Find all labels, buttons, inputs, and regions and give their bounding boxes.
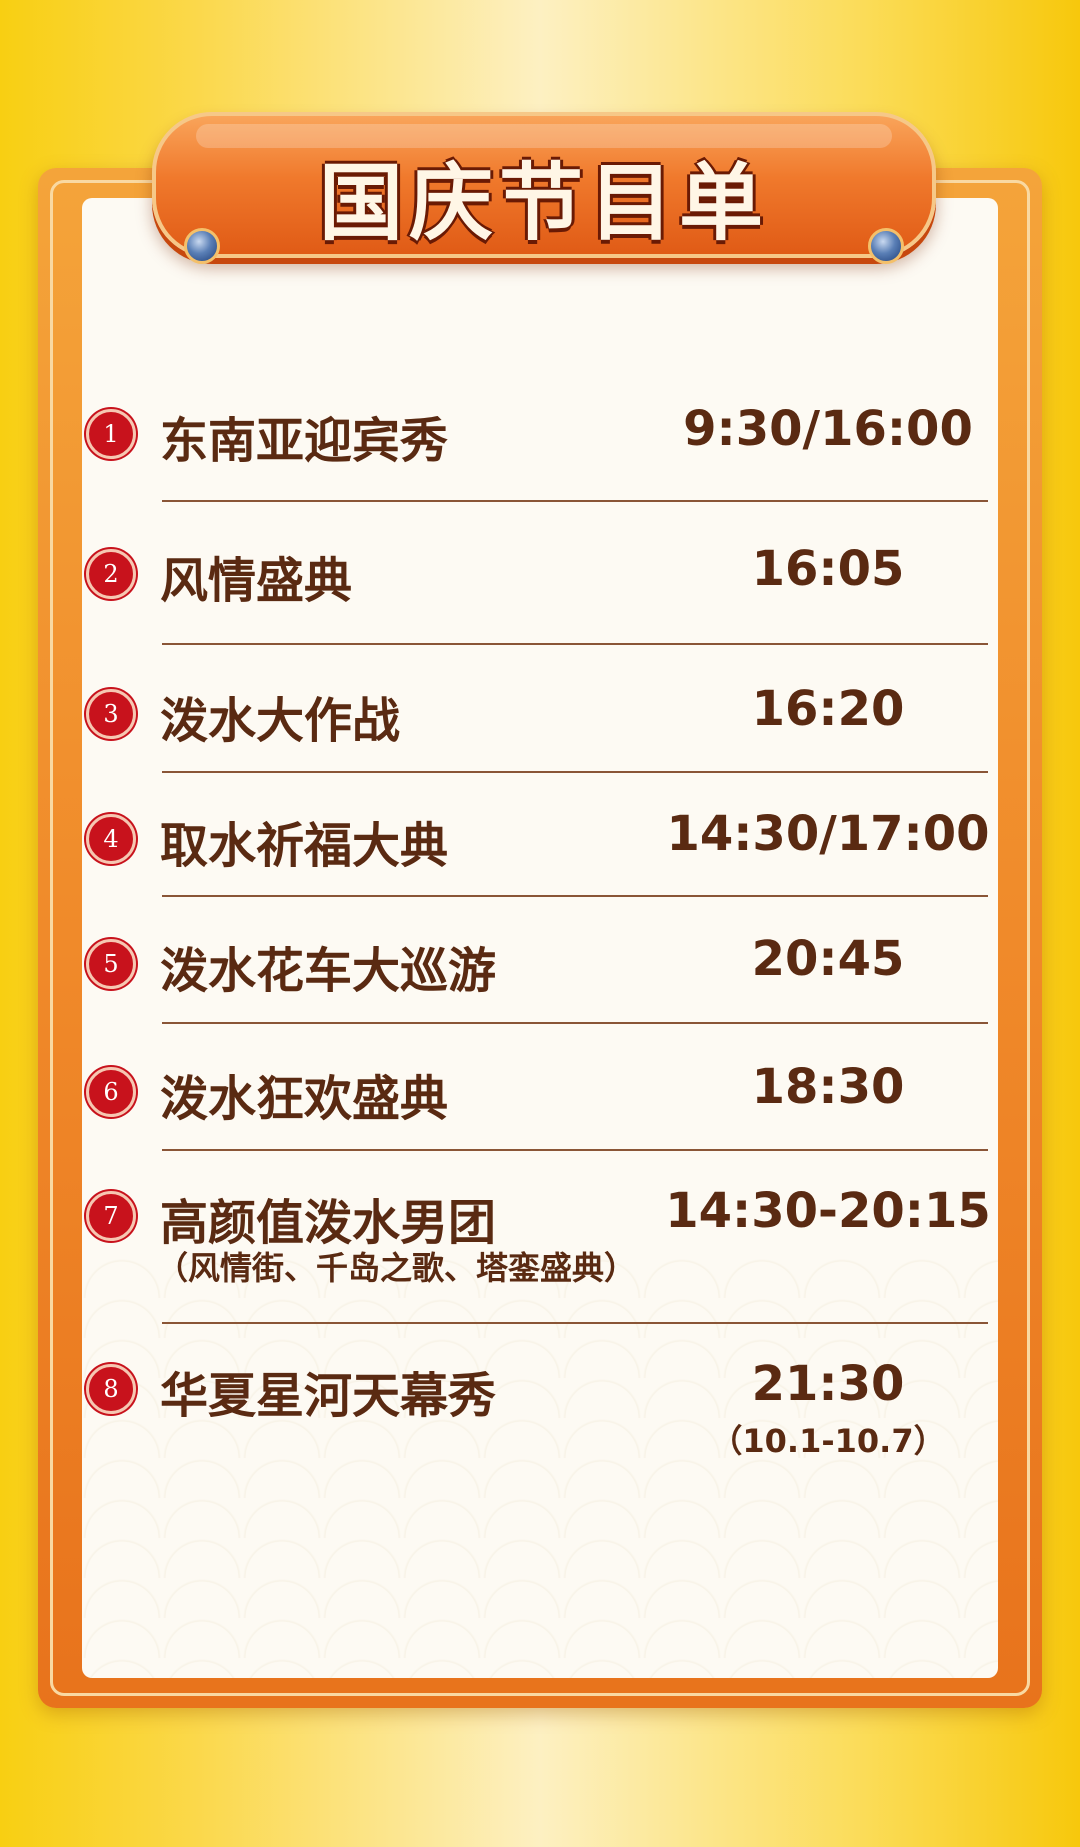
row-divider: [162, 895, 988, 897]
program-name: 东南亚迎宾秀: [160, 413, 449, 469]
row-divider: [162, 1022, 988, 1024]
program-time: 16:05: [751, 541, 905, 597]
row-divider: [162, 1322, 988, 1324]
program-name: 取水祈福大典: [160, 818, 449, 874]
page-title: 国庆节目单: [318, 154, 769, 252]
program-time: 20:45: [751, 931, 905, 987]
program-number-badge: 1: [86, 409, 136, 459]
program-time: 21:30: [751, 1356, 905, 1412]
program-name: 泼水花车大巡游: [160, 943, 497, 999]
program-number-badge: 7: [86, 1191, 136, 1241]
row-divider: [162, 771, 988, 773]
program-name: 泼水狂欢盛典: [160, 1071, 449, 1127]
program-name: 风情盛典: [160, 553, 353, 609]
program-number-badge: 2: [86, 549, 136, 599]
program-venues: （风情街、千岛之歌、塔銮盛典）: [156, 1249, 637, 1287]
program-date-range: （10.1-10.7）: [710, 1422, 946, 1460]
program-number-badge: 3: [86, 689, 136, 739]
program-name: 泼水大作战: [160, 693, 401, 749]
title-banner: 国庆节目单: [152, 112, 936, 258]
program-number-badge: 8: [86, 1364, 136, 1414]
row-divider: [162, 1149, 988, 1151]
program-number-badge: 4: [86, 814, 136, 864]
row-divider: [162, 500, 988, 502]
wave-pattern: [82, 1258, 998, 1678]
program-time: 16:20: [751, 681, 905, 737]
program-time: 9:30/16:00: [683, 401, 973, 457]
program-time: 14:30-20:15: [665, 1183, 991, 1239]
program-name: 华夏星河天幕秀: [160, 1368, 497, 1424]
program-time: 14:30/17:00: [666, 806, 990, 862]
program-time: 18:30: [751, 1059, 905, 1115]
row-divider: [162, 643, 988, 645]
program-number-badge: 5: [86, 939, 136, 989]
program-number-badge: 6: [86, 1067, 136, 1117]
